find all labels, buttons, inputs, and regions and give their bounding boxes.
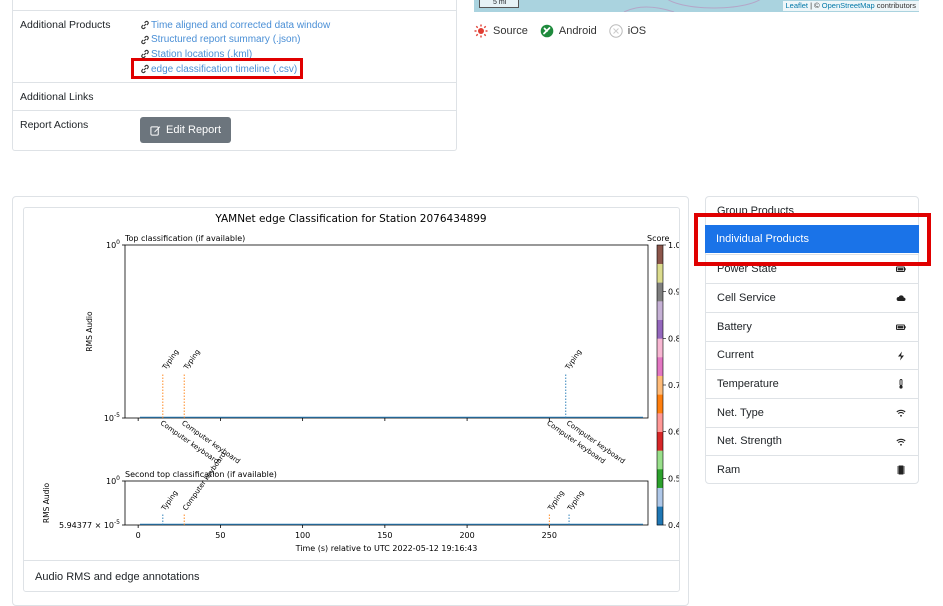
colorbar-segment (657, 375, 663, 395)
map-scale: 5 mi (479, 0, 519, 8)
x-tick-label: 150 (377, 531, 392, 540)
colorbar-tick-label: 1.0 (668, 241, 679, 250)
colorbar-tick-label: 0.9 (668, 288, 679, 297)
colorbar-segment (657, 319, 663, 339)
product-link[interactable]: Time aligned and corrected data window (140, 18, 330, 33)
colorbar-segment (657, 282, 663, 302)
ios-icon (609, 24, 623, 38)
report-actions-row: Report Actions (13, 110, 456, 151)
colorbar-segment (657, 506, 663, 526)
x-tick-label: 100 (295, 531, 310, 540)
colorbar-segment (657, 431, 663, 451)
wifi-icon (896, 438, 906, 446)
leaflet-link[interactable]: Leaflet (786, 1, 809, 10)
bolt-icon (898, 351, 904, 360)
station-map[interactable]: 5 mi Leaflet | © OpenStreetMap contribut… (474, 0, 919, 12)
additional-links-label: Additional Links (20, 91, 94, 103)
colorbar-segment (657, 338, 663, 358)
nav-item-temperature[interactable]: Temperature (706, 369, 918, 398)
colorbar-segment (657, 263, 663, 283)
annotation-label: Typing (546, 489, 566, 513)
android-icon (540, 24, 554, 38)
y-tick-label: 10-5 (104, 412, 120, 423)
y-tick-label: 100 (106, 475, 120, 486)
colorbar-segment (657, 394, 663, 414)
colorbar-tick-label: 0.7 (668, 381, 679, 390)
panel-subtitle: Top classification (if available) (124, 234, 245, 243)
annotation-label: Typing (160, 348, 180, 372)
annotation-label: Typing (563, 348, 583, 372)
platform-ios: iOS (609, 24, 646, 38)
colorbar-segment (657, 301, 663, 320)
battery-icon (896, 324, 906, 330)
wifi-icon (896, 409, 906, 417)
annotation-label: Typing (566, 489, 586, 513)
colorbar-segment (657, 450, 663, 470)
nav-item-battery[interactable]: Battery (706, 311, 918, 341)
plot-panel: YAMNet edge Classification for Station 2… (23, 207, 680, 592)
plot-axes-frame (124, 244, 649, 419)
edit-report-button[interactable]: Edit Report (140, 117, 231, 143)
platform-legend: Source Android iOS (474, 24, 658, 38)
colorbar-segment (657, 413, 663, 432)
colorbar-tick-label: 0.5 (668, 474, 679, 483)
colorbar-segment (657, 357, 663, 376)
plot-card: YAMNet edge Classification for Station 2… (12, 196, 689, 606)
link-icon (141, 35, 149, 45)
panel-subtitle: Second top classification (if available) (125, 470, 277, 479)
memory-icon (897, 465, 905, 475)
additional-links-row: Additional Links (13, 82, 456, 110)
map-attribution: Leaflet | © OpenStreetMap contributors (782, 1, 919, 11)
nav-item-current[interactable]: Current (706, 340, 918, 370)
link-icon (141, 21, 149, 30)
colorbar-segment (657, 245, 663, 264)
nav-item-net-type[interactable]: Net. Type (706, 397, 918, 427)
annotation-label: Typing (182, 348, 202, 372)
osm-link[interactable]: OpenStreetMap (822, 1, 875, 10)
nav-item-net-strength[interactable]: Net. Strength (706, 426, 918, 456)
highlight-box-csv-link (131, 58, 303, 79)
x-tick-label: 50 (215, 531, 225, 540)
y-axis-label: RMS Audio (85, 311, 94, 352)
highlight-box-individual-products (694, 213, 931, 266)
plot-caption: Audio RMS and edge annotations (24, 560, 679, 593)
edge-classification-chart: YAMNet edge Classification for Station 2… (42, 213, 679, 553)
colorbar-tick-label: 0.6 (668, 428, 679, 437)
product-link[interactable]: Structured report summary (.json) (140, 33, 330, 48)
colorbar-segment (657, 487, 663, 507)
sun-icon (474, 24, 488, 38)
colorbar-tick-label: 0.4 (668, 521, 679, 530)
colorbar-label: Score (647, 234, 669, 243)
x-axis-label: Time (s) relative to UTC 2022-05-12 19:1… (295, 544, 478, 553)
colorbar-tick-label: 0.8 (668, 334, 679, 343)
y-tick-label: 5.94377 × 10-5 (59, 519, 120, 530)
y-tick-label: 100 (106, 239, 120, 250)
cloud-icon (896, 295, 906, 302)
x-tick-label: 250 (542, 531, 557, 540)
x-tick-label: 0 (136, 531, 141, 540)
thermometer-icon (899, 379, 903, 389)
report-actions-label: Report Actions (20, 119, 89, 131)
additional-products-label: Additional Products (20, 19, 111, 31)
y-axis-label: RMS Audio (42, 483, 51, 524)
chart-title: YAMNet edge Classification for Station 2… (214, 213, 486, 225)
nav-item-cell-service[interactable]: Cell Service (706, 283, 918, 312)
platform-source: Source (474, 24, 528, 38)
nav-item-ram[interactable]: Ram (706, 455, 918, 484)
annotation-label: Typing (159, 489, 179, 513)
colorbar-segment (657, 469, 663, 488)
platform-android: Android (540, 24, 597, 38)
x-tick-label: 200 (459, 531, 474, 540)
edit-icon (150, 125, 161, 136)
